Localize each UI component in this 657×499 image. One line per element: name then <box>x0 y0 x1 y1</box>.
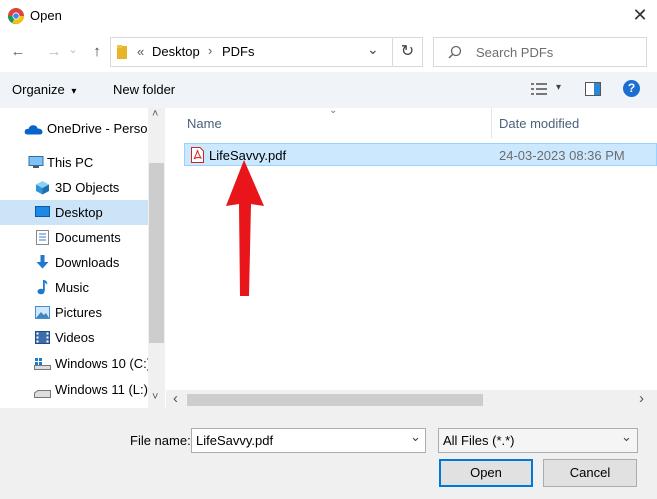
sidebar-item-label: Windows 11 (L:) <box>55 382 148 397</box>
pdf-file-icon <box>191 147 204 163</box>
window-title: Open <box>30 8 62 23</box>
sidebar-item-label: Documents <box>55 230 121 245</box>
documents-icon <box>36 230 49 245</box>
chevron-down-icon: ▾ <box>71 86 77 97</box>
organize-button[interactable]: Organize ▾ <box>12 82 76 97</box>
file-list-scrollbar-thumb[interactable] <box>187 394 483 406</box>
drive-icon <box>34 358 51 370</box>
file-name-label: File name: <box>130 433 191 448</box>
sidebar-item-onedrive[interactable]: OneDrive - Person <box>0 116 148 141</box>
breadcrumb-separator[interactable]: › <box>208 43 212 58</box>
sidebar-item-3d-objects[interactable]: 3D Objects <box>0 175 148 200</box>
onedrive-icon <box>24 123 43 135</box>
chrome-logo-icon <box>8 8 24 25</box>
music-icon <box>37 280 48 295</box>
title-bar: Open ✕ <box>0 0 657 32</box>
pictures-icon <box>35 306 50 319</box>
bottom-panel: File name: LifeSavvy.pdf ⌄ All Files (*.… <box>0 408 657 499</box>
navigation-pane: OneDrive - Person This PC 3D Objects Des… <box>0 108 148 408</box>
breadcrumb-pdfs[interactable]: PDFs <box>222 44 255 59</box>
red-arrow-annotation <box>224 158 266 300</box>
scroll-right-arrow[interactable]: › <box>639 390 644 407</box>
sidebar-item-documents[interactable]: Documents <box>0 225 148 250</box>
videos-icon <box>35 331 50 344</box>
sidebar-item-windows-10-c[interactable]: Windows 10 (C:) <box>0 351 148 376</box>
sidebar-item-downloads[interactable]: Downloads <box>0 250 148 275</box>
search-box[interactable]: Search PDFs <box>433 37 647 67</box>
search-icon <box>448 45 462 59</box>
sidebar-item-pictures[interactable]: Pictures <box>0 300 148 325</box>
chevron-down-icon[interactable]: ⌄ <box>621 429 632 445</box>
desktop-icon <box>35 206 50 218</box>
sidebar-item-label: Downloads <box>55 255 120 270</box>
scroll-down-arrow[interactable]: ˅ <box>152 391 158 403</box>
chevron-down-icon[interactable]: ⌄ <box>410 429 421 445</box>
new-folder-button[interactable]: New folder <box>113 82 175 97</box>
file-type-value: All Files (*.*) <box>443 433 515 448</box>
scroll-up-arrow[interactable]: ˄ <box>152 108 158 120</box>
address-overflow-icon[interactable]: « <box>137 44 144 59</box>
sidebar-item-label: Pictures <box>55 305 102 320</box>
cancel-button[interactable]: Cancel <box>543 459 637 487</box>
up-button[interactable]: ↑ <box>87 42 107 62</box>
sidebar-item-windows-11-l[interactable]: Windows 11 (L:) <box>0 377 148 402</box>
drive-icon <box>34 386 51 398</box>
sidebar-item-this-pc[interactable]: This PC <box>0 150 148 175</box>
sidebar-item-label: Music <box>55 280 89 295</box>
view-options-dropdown[interactable]: ▾ <box>556 82 561 93</box>
sidebar-item-label: OneDrive - Person <box>47 121 148 136</box>
sidebar-item-label: Videos <box>55 330 95 345</box>
help-button[interactable]: ? <box>623 80 640 97</box>
computer-icon <box>28 156 44 169</box>
sidebar-item-label: Windows 10 (C:) <box>55 356 148 371</box>
sidebar-item-label: Desktop <box>55 205 103 220</box>
recent-locations-dropdown[interactable]: ⌄ <box>67 40 79 60</box>
close-button[interactable]: ✕ <box>628 4 652 28</box>
sort-indicator-icon: ⌄ <box>329 105 338 116</box>
downloads-icon <box>36 255 49 270</box>
search-placeholder: Search PDFs <box>476 45 554 60</box>
sidebar-item-videos[interactable]: Videos <box>0 325 148 350</box>
3d-objects-icon <box>35 180 50 195</box>
file-name-input[interactable]: LifeSavvy.pdf <box>196 433 273 448</box>
sidebar-item-desktop[interactable]: Desktop <box>0 200 148 225</box>
folder-icon <box>117 45 127 59</box>
column-header-name[interactable]: Name <box>187 116 222 131</box>
column-divider[interactable] <box>491 108 492 138</box>
file-type-select[interactable]: All Files (*.*) ⌄ <box>438 428 638 453</box>
back-button[interactable]: ← <box>8 42 28 62</box>
sidebar-scrollbar-thumb[interactable] <box>149 163 164 343</box>
file-name-combobox[interactable]: LifeSavvy.pdf ⌄ <box>191 428 426 453</box>
address-dropdown-button[interactable]: ⌄ <box>367 41 383 58</box>
preview-pane-icon[interactable] <box>585 82 601 96</box>
refresh-button[interactable]: ↻ <box>393 37 423 67</box>
column-header-date-modified[interactable]: Date modified <box>499 116 579 131</box>
view-details-icon[interactable] <box>531 82 547 96</box>
open-button[interactable]: Open <box>439 459 533 487</box>
file-date-modified: 24-03-2023 08:36 PM <box>499 148 625 163</box>
forward-button[interactable]: → <box>44 42 64 62</box>
breadcrumb-desktop[interactable]: Desktop <box>152 44 200 59</box>
scroll-left-arrow[interactable]: ‹ <box>173 390 178 407</box>
sidebar-item-label: This PC <box>47 155 94 170</box>
sidebar-item-music[interactable]: Music <box>0 275 148 300</box>
organize-label: Organize <box>12 82 65 97</box>
command-bar: Organize ▾ New folder ▾ ? <box>0 72 657 108</box>
address-bar[interactable]: « Desktop › PDFs ⌄ <box>110 37 393 67</box>
sidebar-item-label: 3D Objects <box>55 180 120 195</box>
